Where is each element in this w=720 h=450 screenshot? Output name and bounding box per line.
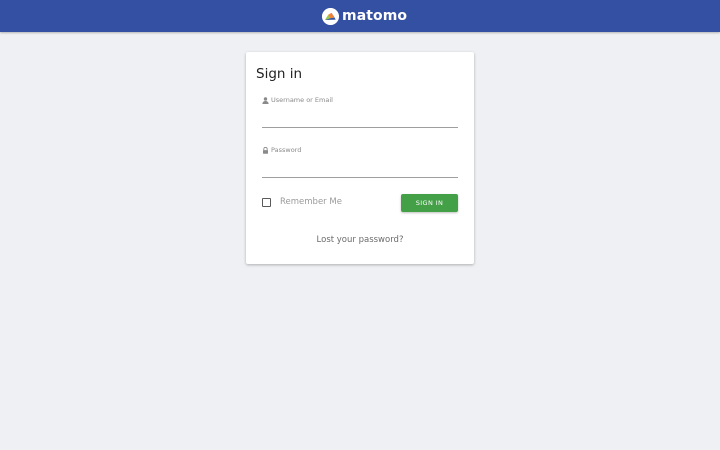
lost-password-link[interactable]: Lost your password? (246, 235, 474, 245)
user-icon (262, 96, 269, 104)
login-card: Sign in Username or Email Password Remem… (246, 52, 474, 264)
matomo-logo[interactable]: matomo (322, 7, 407, 25)
username-label-text: Username or Email (271, 96, 333, 104)
password-label-text: Password (271, 146, 302, 154)
page-title: Sign in (256, 66, 303, 82)
sign-in-button[interactable]: SIGN IN (401, 194, 458, 212)
username-label: Username or Email (262, 95, 458, 105)
matomo-logo-icon (322, 7, 339, 25)
brand-name: matomo (342, 8, 408, 24)
username-input[interactable] (262, 112, 458, 128)
top-bar: matomo (0, 0, 720, 32)
password-input[interactable] (262, 162, 458, 178)
lock-icon (262, 146, 269, 154)
remember-me-checkbox[interactable] (262, 197, 271, 207)
remember-me-toggle[interactable]: Remember Me (262, 197, 342, 207)
password-label: Password (262, 145, 458, 155)
password-field-group: Password (262, 145, 458, 178)
remember-me-label: Remember Me (280, 197, 342, 207)
username-field-group: Username or Email (262, 95, 458, 128)
